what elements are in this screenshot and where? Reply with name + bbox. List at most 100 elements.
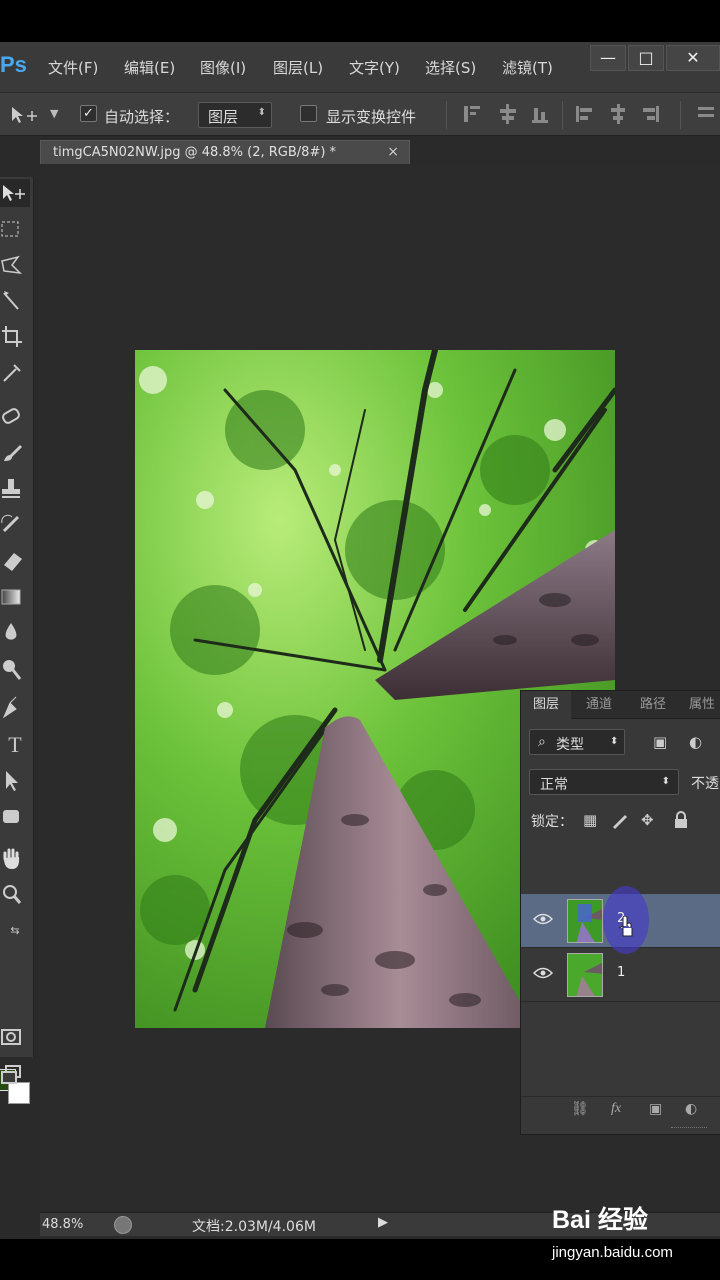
align-bottom-icon[interactable] bbox=[530, 104, 550, 124]
auto-select-label: 自动选择： bbox=[104, 108, 180, 126]
search-icon: ⌕ bbox=[538, 734, 546, 750]
blur-tool-icon[interactable] bbox=[0, 619, 30, 647]
toolbox: T ⇆ bbox=[0, 177, 34, 1104]
menu-bar: Ps 文件(F) 编辑(E) 图像(I) 图层(L) 文字(Y) 选择(S) 滤… bbox=[0, 42, 720, 92]
pen-tool-icon[interactable] bbox=[0, 695, 30, 723]
align-left-icon[interactable] bbox=[574, 104, 594, 124]
eraser-icon[interactable] bbox=[0, 547, 30, 575]
panel-footer: ⛓ fx ▣ ◐ bbox=[521, 1096, 720, 1124]
align-right-icon[interactable] bbox=[640, 104, 660, 124]
show-transform-checkbox[interactable] bbox=[300, 105, 317, 122]
status-info-icon[interactable] bbox=[114, 1216, 132, 1234]
dropdown-arrows-icon: ⬍ bbox=[610, 736, 619, 747]
blend-mode-dropdown[interactable]: 正常 ⬍ bbox=[529, 769, 679, 795]
menu-file[interactable]: 文件(F) bbox=[48, 57, 98, 78]
minimize-button[interactable]: — bbox=[590, 45, 626, 71]
screen-mode-icon[interactable] bbox=[0, 1061, 30, 1089]
auto-select-dropdown[interactable]: 图层 ⬍ bbox=[198, 102, 272, 128]
lock-label: 锁定： bbox=[531, 814, 573, 830]
move-tool-icon[interactable] bbox=[0, 179, 30, 207]
lock-position-icon[interactable]: ✥ bbox=[641, 811, 654, 829]
layer-thumbnail bbox=[567, 899, 603, 943]
dropdown-arrows-icon: ⬍ bbox=[661, 776, 670, 787]
align-hcenter-icon[interactable] bbox=[608, 104, 628, 124]
tab-layers[interactable]: 图层 bbox=[521, 691, 571, 719]
blend-mode-value: 正常 bbox=[540, 777, 568, 793]
options-bar: ▼ ✓ 自动选择： 图层 ⬍ 显示变换控件 bbox=[0, 92, 720, 136]
dropdown-arrows-icon: ⬍ bbox=[257, 107, 266, 118]
menu-select[interactable]: 选择(S) bbox=[425, 57, 476, 78]
photoshop-window: Ps 文件(F) 编辑(E) 图像(I) 图层(L) 文字(Y) 选择(S) 滤… bbox=[0, 42, 720, 1239]
document-tab[interactable]: timgCA5N02NW.jpg @ 48.8% (2, RGB/8#) * × bbox=[40, 140, 410, 164]
lock-pixels-icon[interactable] bbox=[611, 811, 631, 833]
distribute-icon[interactable] bbox=[696, 104, 716, 124]
resize-grip[interactable] bbox=[671, 1127, 707, 1130]
auto-select-checkbox[interactable]: ✓ bbox=[80, 105, 97, 122]
zoom-level[interactable]: 48.8% bbox=[42, 1217, 83, 1232]
document-info: 文档:2.03M/4.06M bbox=[192, 1219, 316, 1235]
swap-colors-icon[interactable]: ⇆ bbox=[0, 917, 30, 945]
layer-filter-dropdown[interactable]: ⌕ 类型 ⬍ bbox=[529, 729, 625, 755]
align-top-icon[interactable] bbox=[462, 104, 482, 124]
menu-type[interactable]: 文字(Y) bbox=[349, 57, 400, 78]
layer-row[interactable]: 1 bbox=[521, 948, 720, 1002]
visibility-eye-icon[interactable] bbox=[532, 912, 554, 930]
add-mask-icon[interactable]: ▣ bbox=[649, 1101, 662, 1117]
dodge-tool-icon[interactable] bbox=[0, 655, 30, 683]
move-tool-icon[interactable] bbox=[10, 105, 44, 130]
align-vcenter-icon[interactable] bbox=[498, 104, 518, 124]
lasso-tool-icon[interactable] bbox=[0, 251, 30, 279]
divider bbox=[562, 101, 563, 129]
filter-kind-label: 类型 bbox=[556, 737, 584, 753]
tab-properties[interactable]: 属性 bbox=[681, 691, 720, 719]
close-icon[interactable]: × bbox=[387, 144, 399, 160]
menu-filter[interactable]: 滤镜(T) bbox=[502, 57, 553, 78]
divider bbox=[446, 101, 447, 129]
watermark-logo: Bai 经验 bbox=[552, 1206, 648, 1234]
image-filter-icon[interactable]: ▣ bbox=[653, 733, 667, 751]
clone-stamp-icon[interactable] bbox=[0, 475, 30, 503]
status-menu-arrow-icon[interactable]: ▶ bbox=[378, 1215, 388, 1230]
history-brush-icon[interactable] bbox=[0, 511, 30, 539]
layer-thumbnail bbox=[567, 953, 603, 997]
eyedropper-icon[interactable] bbox=[0, 359, 30, 387]
quick-mask-icon[interactable] bbox=[0, 1023, 30, 1051]
auto-select-value: 图层 bbox=[208, 108, 239, 126]
menu-layer[interactable]: 图层(L) bbox=[273, 57, 323, 78]
pointer-hand-icon bbox=[617, 915, 635, 943]
visibility-eye-icon[interactable] bbox=[532, 966, 554, 984]
tab-channels[interactable]: 通道 bbox=[573, 691, 625, 719]
adjustment-layer-icon[interactable]: ◐ bbox=[685, 1101, 697, 1117]
magic-wand-icon[interactable] bbox=[0, 287, 30, 315]
zoom-tool-icon[interactable] bbox=[0, 881, 30, 909]
adjustment-filter-icon[interactable]: ◐ bbox=[689, 733, 702, 751]
tool-preset-caret-icon[interactable]: ▼ bbox=[50, 107, 58, 120]
healing-brush-icon[interactable] bbox=[0, 403, 30, 431]
show-transform-label: 显示变换控件 bbox=[326, 108, 417, 126]
shape-tool-icon[interactable] bbox=[0, 803, 30, 831]
watermark-url: jingyan.baidu.com bbox=[552, 1244, 673, 1261]
maximize-button[interactable]: □ bbox=[628, 45, 664, 71]
path-select-icon[interactable] bbox=[0, 767, 30, 795]
opacity-label: 不透 bbox=[691, 776, 719, 792]
marquee-tool-icon[interactable] bbox=[0, 215, 30, 243]
gradient-tool-icon[interactable] bbox=[0, 583, 30, 611]
layer-row[interactable]: 2 bbox=[521, 886, 720, 954]
close-window-button[interactable]: ✕ bbox=[666, 45, 720, 71]
menu-image[interactable]: 图像(I) bbox=[200, 57, 246, 78]
lock-transparency-icon[interactable]: ▦ bbox=[583, 811, 597, 829]
baidu-watermark: Bai 经验 jingyan.baidu.com bbox=[552, 1200, 712, 1270]
fx-icon[interactable]: fx bbox=[611, 1101, 621, 1117]
link-layers-icon[interactable]: ⛓ bbox=[571, 1101, 589, 1117]
lock-all-icon[interactable] bbox=[673, 811, 689, 833]
document-title: timgCA5N02NW.jpg @ 48.8% (2, RGB/8#) * bbox=[53, 145, 337, 160]
type-tool-icon[interactable]: T bbox=[0, 731, 30, 759]
layer-name[interactable]: 1 bbox=[617, 965, 625, 980]
tab-paths[interactable]: 路径 bbox=[627, 691, 679, 719]
brush-tool-icon[interactable] bbox=[0, 439, 30, 467]
crop-tool-icon[interactable] bbox=[0, 323, 30, 351]
app-logo: Ps bbox=[0, 52, 27, 77]
menu-edit[interactable]: 编辑(E) bbox=[124, 57, 175, 78]
layers-panel: 图层 通道 路径 属性 ⌕ 类型 ⬍ ▣ ◐ 正常 ⬍ 不透 锁定： ▦ ✥ 2… bbox=[520, 690, 720, 1135]
hand-tool-icon[interactable] bbox=[0, 845, 30, 873]
